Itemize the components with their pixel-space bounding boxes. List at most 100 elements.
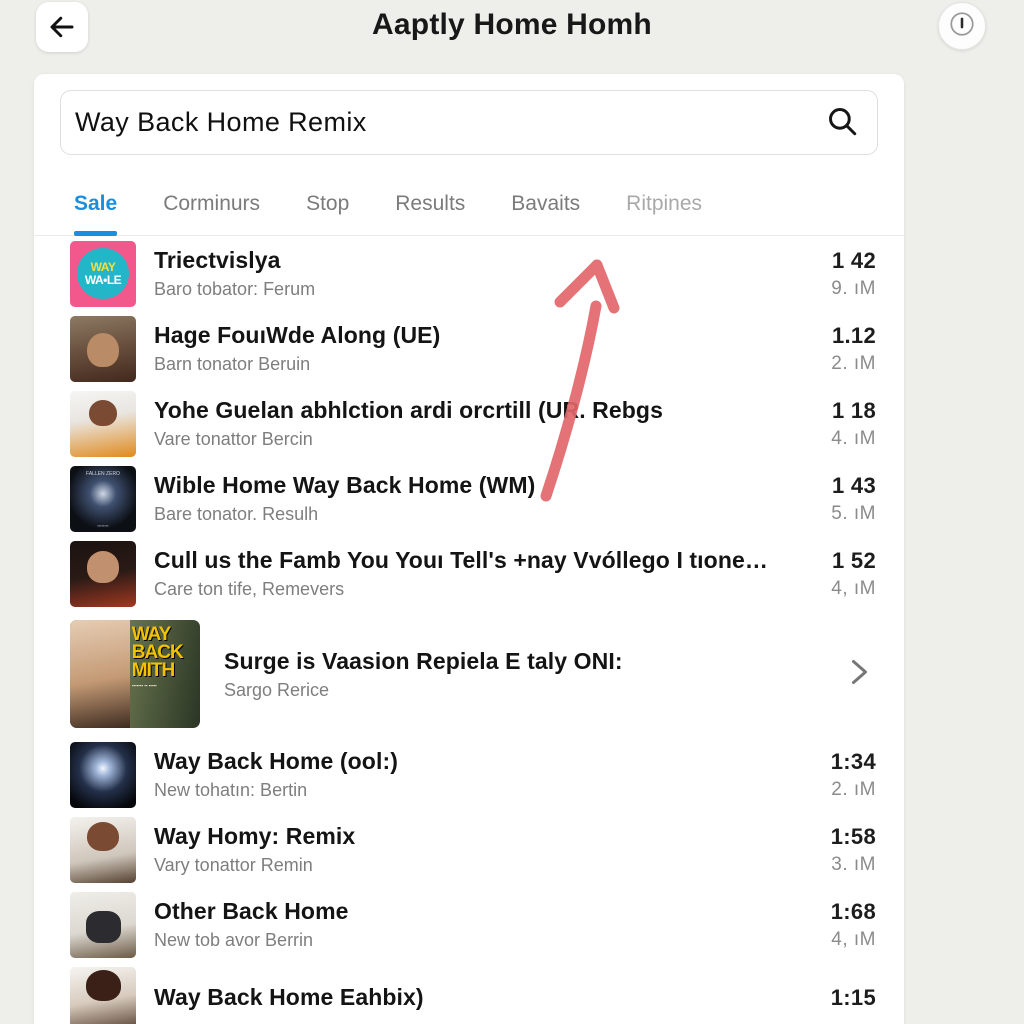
row-meta: 1:68 4, ıM xyxy=(784,899,876,951)
track-duration: 1 18 xyxy=(831,397,876,423)
search-results-list: WAY WA•LE Triectvislya Baro tobator: Fer… xyxy=(34,236,904,1024)
tab-bavaits[interactable]: Bavaits xyxy=(511,174,580,236)
row-text: Surge is Vaasion Repiela E taly ONI: Sar… xyxy=(200,648,818,701)
track-title: Yohe Guelan abhlction ardi orcrtill (UR.… xyxy=(154,397,663,423)
track-title: Surge is Vaasion Repiela E taly ONI: xyxy=(224,647,623,674)
tab-bar: Sale Corminurs Stop Results Bavaits Ritp… xyxy=(34,174,904,236)
row-text: Way Back Home (ool:) New tohatın: Bertin xyxy=(136,748,784,801)
track-subtitle: New tohatın: Bertin xyxy=(154,780,308,800)
track-subtitle: Vary tonattor Remin xyxy=(154,855,313,875)
track-title: Other Back Home xyxy=(154,898,349,924)
table-row[interactable]: FALLEN ZERO ▪▪▪▪▪▪▪▪ Wible Home Way Back… xyxy=(34,461,904,536)
row-text: Yohe Guelan abhlction ardi orcrtill (UR.… xyxy=(136,397,784,450)
track-views: 4, ıM xyxy=(831,928,876,950)
artwork-text: FALLEN ZERO xyxy=(86,470,120,477)
track-title: Way Back Home (ool:) xyxy=(154,748,398,774)
chevron-right-icon xyxy=(840,654,876,695)
row-meta: 1 42 9. ıM xyxy=(784,248,876,300)
info-button[interactable] xyxy=(938,2,986,50)
tab-results[interactable]: Results xyxy=(395,174,465,236)
track-subtitle: Bare tonator. Resulh xyxy=(154,504,319,524)
track-subtitle: Vare tonattor Bercin xyxy=(154,429,313,449)
photo-thumbnail xyxy=(70,966,136,1024)
artwork-text: WAY xyxy=(90,259,116,274)
tab-sale[interactable]: Sale xyxy=(74,174,118,236)
track-duration: 1:68 xyxy=(830,898,876,924)
photo-thumbnail xyxy=(70,540,136,607)
row-meta: 1:15 xyxy=(784,985,876,1015)
track-title: Hage FouıWde Along (UE) xyxy=(154,322,441,348)
row-text: Other Back Home New tob avor Berrin xyxy=(136,898,784,951)
photo-thumbnail xyxy=(70,816,136,883)
track-duration: 1:15 xyxy=(830,984,876,1010)
tab-label: Stop xyxy=(306,192,350,215)
track-title: Wible Home Way Back Home (WM) xyxy=(154,472,536,498)
photo-thumbnail xyxy=(70,315,136,382)
album-art-thumbnail: WAY WA•LE xyxy=(70,240,136,307)
photo-thumbnail xyxy=(70,891,136,958)
page-title: Aaptly Home Homh xyxy=(372,8,652,41)
track-subtitle: New tob avor Berrin xyxy=(154,930,314,950)
row-meta: 1.12 2. ıM xyxy=(784,323,876,375)
table-row[interactable]: Way Back Home Eahbix) 1:15 xyxy=(34,962,904,1024)
photo-thumbnail xyxy=(70,390,136,457)
tab-label: Results xyxy=(395,192,466,215)
track-title: Way Back Home Eahbix) xyxy=(154,983,424,1010)
track-views: 4. ıM xyxy=(831,427,876,449)
tab-label: Corminurs xyxy=(163,192,261,215)
row-meta: 1:34 2. ıM xyxy=(784,749,876,801)
row-text: Way Homy: Remix Vary tonattor Remin xyxy=(136,823,784,876)
table-row[interactable]: Way Back Home (ool:) New tohatın: Bertin… xyxy=(34,737,904,812)
track-duration: 1:58 xyxy=(830,823,876,849)
row-text: Triectvislya Baro tobator: Ferum xyxy=(136,247,784,300)
album-art-thumbnail: FALLEN ZERO ▪▪▪▪▪▪▪▪ xyxy=(70,465,136,532)
tab-label: Sale xyxy=(74,192,118,215)
album-art-thumbnail-wide: WAY BACK MITH ▪▪▪▪▪▪▪ ▪▪ ▪▪▪▪▪ xyxy=(70,620,200,728)
info-icon xyxy=(948,10,976,43)
table-row[interactable]: WAY WA•LE Triectvislya Baro tobator: Fer… xyxy=(34,236,904,311)
track-views: 4, ıM xyxy=(831,577,876,599)
search-icon xyxy=(825,104,859,141)
tab-label: Bavaits xyxy=(511,192,581,215)
row-meta: 1 52 4, ıM xyxy=(784,548,876,600)
track-views: 2. ıM xyxy=(831,778,876,800)
tab-ritpines[interactable]: Ritpines xyxy=(626,174,702,236)
row-text: Hage FouıWde Along (UE) Barn tonator Ber… xyxy=(136,322,784,375)
table-row-featured[interactable]: WAY BACK MITH ▪▪▪▪▪▪▪ ▪▪ ▪▪▪▪▪ Surge is … xyxy=(34,611,904,737)
artwork-text: MITH xyxy=(131,660,175,682)
track-title: Cull us the Famb You Youı Tell's +nay Vv… xyxy=(154,547,770,573)
row-meta: 1 43 5. ıM xyxy=(784,473,876,525)
search-input[interactable] xyxy=(61,107,807,138)
tab-label: Ritpines xyxy=(626,192,703,215)
row-text: Way Back Home Eahbix) xyxy=(136,984,784,1016)
track-subtitle: Baro tobator: Ferum xyxy=(154,279,316,299)
row-meta: 1:58 3. ıM xyxy=(784,824,876,876)
track-duration: 1:34 xyxy=(830,748,876,774)
top-bar: Aaptly Home Homh xyxy=(0,0,1024,72)
search-bar[interactable] xyxy=(60,90,878,155)
track-title: Triectvislya xyxy=(154,247,281,273)
track-duration: 1.12 xyxy=(831,322,876,348)
tab-stop[interactable]: Stop xyxy=(306,174,349,236)
track-views: 5. ıM xyxy=(831,502,876,524)
search-button[interactable] xyxy=(807,91,877,154)
table-row[interactable]: Cull us the Famb You Youı Tell's +nay Vv… xyxy=(34,536,904,611)
tab-corminurs[interactable]: Corminurs xyxy=(163,174,260,236)
table-row[interactable]: Way Homy: Remix Vary tonattor Remin 1:58… xyxy=(34,812,904,887)
artwork-text: WA•LE xyxy=(84,272,122,287)
table-row[interactable]: Other Back Home New tob avor Berrin 1:68… xyxy=(34,887,904,962)
track-subtitle: Barn tonator Beruin xyxy=(154,354,311,374)
table-row[interactable]: Yohe Guelan abhlction ardi orcrtill (UR.… xyxy=(34,386,904,461)
track-duration: 1 52 xyxy=(831,547,876,573)
track-subtitle: Sargo Rerice xyxy=(224,679,330,700)
row-text: Cull us the Famb You Youı Tell's +nay Vv… xyxy=(136,547,784,600)
track-duration: 1 42 xyxy=(831,247,876,273)
chevron-right-button[interactable] xyxy=(818,654,876,695)
row-meta: 1 18 4. ıM xyxy=(784,398,876,450)
table-row[interactable]: Hage FouıWde Along (UE) Barn tonator Ber… xyxy=(34,311,904,386)
track-views: 3. ıM xyxy=(831,853,876,875)
row-text: Wible Home Way Back Home (WM) Bare tonat… xyxy=(136,472,784,525)
track-views: 9. ıM xyxy=(831,277,876,299)
content-card: Sale Corminurs Stop Results Bavaits Ritp… xyxy=(34,74,904,1024)
track-subtitle: Care ton tife, Remevers xyxy=(154,579,345,599)
